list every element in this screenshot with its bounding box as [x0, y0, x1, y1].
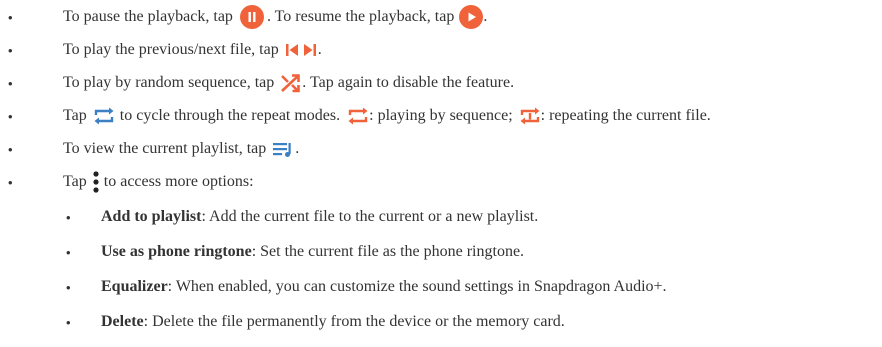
sub-item-desc: : Set the current file as the phone ring…: [251, 243, 525, 260]
bullet: •: [8, 108, 13, 124]
sub-list-item: • Add to playlist: Add the current file …: [0, 204, 538, 230]
bullet: •: [66, 209, 71, 225]
item-text: .: [317, 41, 322, 58]
list-item: • To play by random sequence, tap . Tap …: [0, 70, 514, 96]
item-text: Tap: [63, 107, 87, 124]
previous-next-icon: [285, 42, 317, 58]
bullet: •: [8, 9, 13, 25]
repeat-all-icon: [347, 106, 369, 126]
bullet: •: [66, 314, 71, 330]
repeat-one-icon: [519, 106, 541, 126]
bullet: •: [66, 279, 71, 295]
list-item: • To play the previous/next file, tap .: [0, 37, 322, 63]
item-text: : playing by sequence;: [369, 107, 513, 124]
list-item: • To pause the playback, tap . To resume…: [0, 4, 487, 30]
playlist-icon: [272, 140, 294, 158]
more-options-icon: [92, 170, 100, 194]
sub-item-term: Equalizer: [101, 278, 168, 295]
sub-item-desc: : When enabled, you can customize the so…: [167, 278, 667, 295]
item-text: To pause the playback, tap: [63, 8, 233, 25]
sub-item-desc: : Add the current file to the current or…: [201, 208, 539, 225]
item-text: To play by random sequence, tap: [63, 74, 275, 91]
item-text: to cycle through the repeat modes.: [119, 107, 341, 124]
item-text: To view the current playlist, tap: [63, 140, 267, 157]
list-item: • To view the current playlist, tap .: [0, 136, 299, 162]
sub-item-term: Use as phone ringtone: [101, 243, 252, 260]
sub-list-item: • Delete: Delete the file permanently fr…: [0, 309, 565, 335]
bullet: •: [8, 42, 13, 58]
sub-item-term: Add to playlist: [101, 208, 202, 225]
bullet: •: [8, 174, 13, 190]
item-text: Tap: [63, 173, 87, 190]
sub-item-desc: : Delete the file permanently from the d…: [143, 313, 565, 330]
repeat-icon: [93, 106, 115, 126]
bullet: •: [8, 141, 13, 157]
play-circle-icon: [459, 5, 484, 29]
shuffle-icon: [280, 73, 302, 93]
item-text: .: [483, 8, 488, 25]
item-text: : repeating the current file.: [540, 107, 711, 124]
list-item: • Tap to access more options:: [0, 169, 254, 195]
sub-list-item: • Use as phone ringtone: Set the current…: [0, 239, 524, 265]
item-text: to access more options:: [103, 173, 254, 190]
sub-list-item: • Equalizer: When enabled, you can custo…: [0, 274, 667, 300]
sub-item-term: Delete: [101, 313, 144, 330]
item-text: To play the previous/next file, tap: [63, 41, 279, 58]
item-text: . To resume the playback, tap: [266, 8, 455, 25]
item-text: . Tap again to disable the feature.: [302, 74, 515, 91]
bullet: •: [66, 244, 71, 260]
pause-circle-icon: [239, 5, 264, 29]
item-text: .: [295, 140, 300, 157]
list-item: • Tap to cycle through the repeat modes.…: [0, 103, 711, 129]
bullet: •: [8, 75, 13, 91]
